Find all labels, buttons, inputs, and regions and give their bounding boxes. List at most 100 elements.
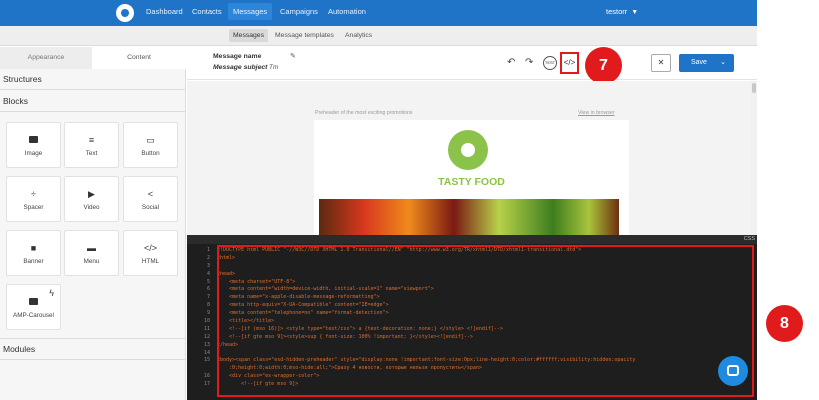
block-label: AMP-Carousel <box>13 312 54 319</box>
preheader-text: Preheader of the most exciting promotion… <box>315 110 413 116</box>
code-icon: </> <box>143 243 157 253</box>
line-number: 7 <box>206 294 210 301</box>
line-number: 17 <box>203 381 210 388</box>
block-html[interactable]: </> HTML <box>123 230 178 276</box>
block-menu[interactable]: ▬ Menu <box>64 230 119 276</box>
block-video[interactable]: ▶ Video <box>64 176 119 222</box>
line-number: 15 <box>203 357 210 364</box>
line-number: 6 <box>206 286 210 293</box>
code-editor-button[interactable]: </> <box>560 52 579 74</box>
step-badge-7: 7 <box>585 47 622 84</box>
content-panel: Appearance Content Structures Blocks Ima… <box>0 47 186 400</box>
save-button[interactable]: Save ⌄ <box>679 54 734 72</box>
chevron-down-icon[interactable]: ⌄ <box>720 54 726 72</box>
nav-campaigns[interactable]: Campaigns <box>280 7 318 16</box>
divider <box>0 359 186 360</box>
button-icon: ▭ <box>146 135 155 145</box>
line-number: 2 <box>206 254 210 261</box>
test-email-button[interactable]: TEST <box>543 56 557 70</box>
section-modules[interactable]: Modules <box>3 344 35 354</box>
line-number <box>187 365 213 373</box>
line-number: 11 <box>203 325 210 332</box>
user-name: testorr <box>606 7 628 16</box>
block-text[interactable]: ≡ Text <box>64 122 119 168</box>
banner-icon: ■ <box>30 243 37 253</box>
app-root: Dashboard Contacts Messages Campaigns Au… <box>0 0 819 400</box>
tab-content[interactable]: Content <box>92 47 186 69</box>
line-numbers: 1 2 3 4 5 6 7 8 9 10 11 12 13 14 15 16 17 <box>187 247 213 389</box>
subnav-message-templates[interactable]: Message templates <box>275 32 334 39</box>
tab-css[interactable]: CSS <box>744 236 755 242</box>
line-number: 5 <box>206 278 210 285</box>
logo-icon[interactable] <box>116 4 134 22</box>
close-button[interactable]: ✕ <box>651 54 671 72</box>
nav-contacts[interactable]: Contacts <box>192 7 222 16</box>
tab-appearance[interactable]: Appearance <box>0 47 92 69</box>
divider <box>0 338 186 339</box>
line-number: 9 <box>206 310 210 317</box>
message-subject-label[interactable]: Message subject <box>213 64 267 71</box>
line-number: 16 <box>203 373 210 380</box>
donut-logo <box>448 130 488 170</box>
block-banner[interactable]: ■ Banner <box>6 230 61 276</box>
close-icon: ✕ <box>657 58 665 67</box>
top-navigation: Dashboard Contacts Messages Campaigns Au… <box>0 0 757 26</box>
section-structures[interactable]: Structures <box>3 74 42 84</box>
line-number: 1 <box>206 247 210 253</box>
code-icon: </> <box>563 58 576 67</box>
divider <box>0 89 186 90</box>
block-spacer[interactable]: ÷ Spacer <box>6 176 61 222</box>
test-label: TEST <box>544 60 556 65</box>
block-label: HTML <box>141 258 160 265</box>
video-icon: ▶ <box>88 189 95 199</box>
nav-dashboard[interactable]: Dashboard <box>146 7 183 16</box>
line-number: 10 <box>203 318 210 325</box>
block-image[interactable]: Image <box>6 122 61 168</box>
block-label: Menu <box>83 258 100 265</box>
highlight-box <box>217 245 754 397</box>
line-number: 14 <box>203 349 210 356</box>
view-in-browser-link[interactable]: View in browser <box>578 110 615 116</box>
nav-messages[interactable]: Messages <box>228 3 273 20</box>
line-number: 4 <box>206 270 210 277</box>
save-label: Save <box>691 59 707 66</box>
chat-support-button[interactable] <box>718 356 748 386</box>
chevron-down-icon: ▼ <box>631 9 639 16</box>
block-social[interactable]: < Social <box>123 176 178 222</box>
step-badge-8: 8 <box>766 305 803 342</box>
nav-automation[interactable]: Automation <box>328 7 366 16</box>
sub-navigation: Messages Message templates Analytics <box>0 26 757 46</box>
scroll-thumb[interactable] <box>752 83 756 93</box>
editor-toolbar: Message name ✎ Message subject Tт ↶ ↷ TE… <box>187 47 757 84</box>
block-button[interactable]: ▭ Button <box>123 122 178 168</box>
subnav-analytics[interactable]: Analytics <box>345 32 372 39</box>
pencil-icon[interactable]: ✎ <box>290 52 296 60</box>
text-format-icon[interactable]: Tт <box>269 64 278 71</box>
block-label: Text <box>85 150 98 157</box>
block-label: Spacer <box>23 204 44 211</box>
block-label: Social <box>141 204 160 211</box>
block-label: Video <box>83 204 100 211</box>
redo-icon[interactable]: ↷ <box>525 57 533 68</box>
carousel-icon <box>7 297 60 307</box>
block-label: Image <box>24 150 43 157</box>
message-name-label[interactable]: Message name <box>213 53 261 60</box>
line-number: 12 <box>203 333 210 340</box>
line-number: 8 <box>206 302 210 309</box>
image-icon <box>7 135 60 145</box>
undo-icon[interactable]: ↶ <box>507 57 515 68</box>
line-number: 13 <box>203 341 210 348</box>
panel-tabs: Appearance Content <box>0 47 186 69</box>
user-menu[interactable]: testorr ▼ <box>606 7 638 16</box>
email-canvas[interactable]: Preheader of the most exciting promotion… <box>187 81 757 235</box>
spacer-icon: ÷ <box>31 189 36 199</box>
canvas-scrollbar[interactable] <box>751 81 757 235</box>
brand-name: TASTY FOOD <box>438 176 505 188</box>
block-amp-carousel[interactable]: ϟ AMP-Carousel <box>6 284 61 330</box>
subnav-messages[interactable]: Messages <box>229 29 268 42</box>
email-body[interactable]: TASTY FOOD <box>314 120 629 235</box>
vegetables-image[interactable] <box>319 199 619 235</box>
section-blocks[interactable]: Blocks <box>3 96 28 106</box>
block-label: Banner <box>23 258 44 265</box>
menu-icon: ▬ <box>87 243 96 253</box>
